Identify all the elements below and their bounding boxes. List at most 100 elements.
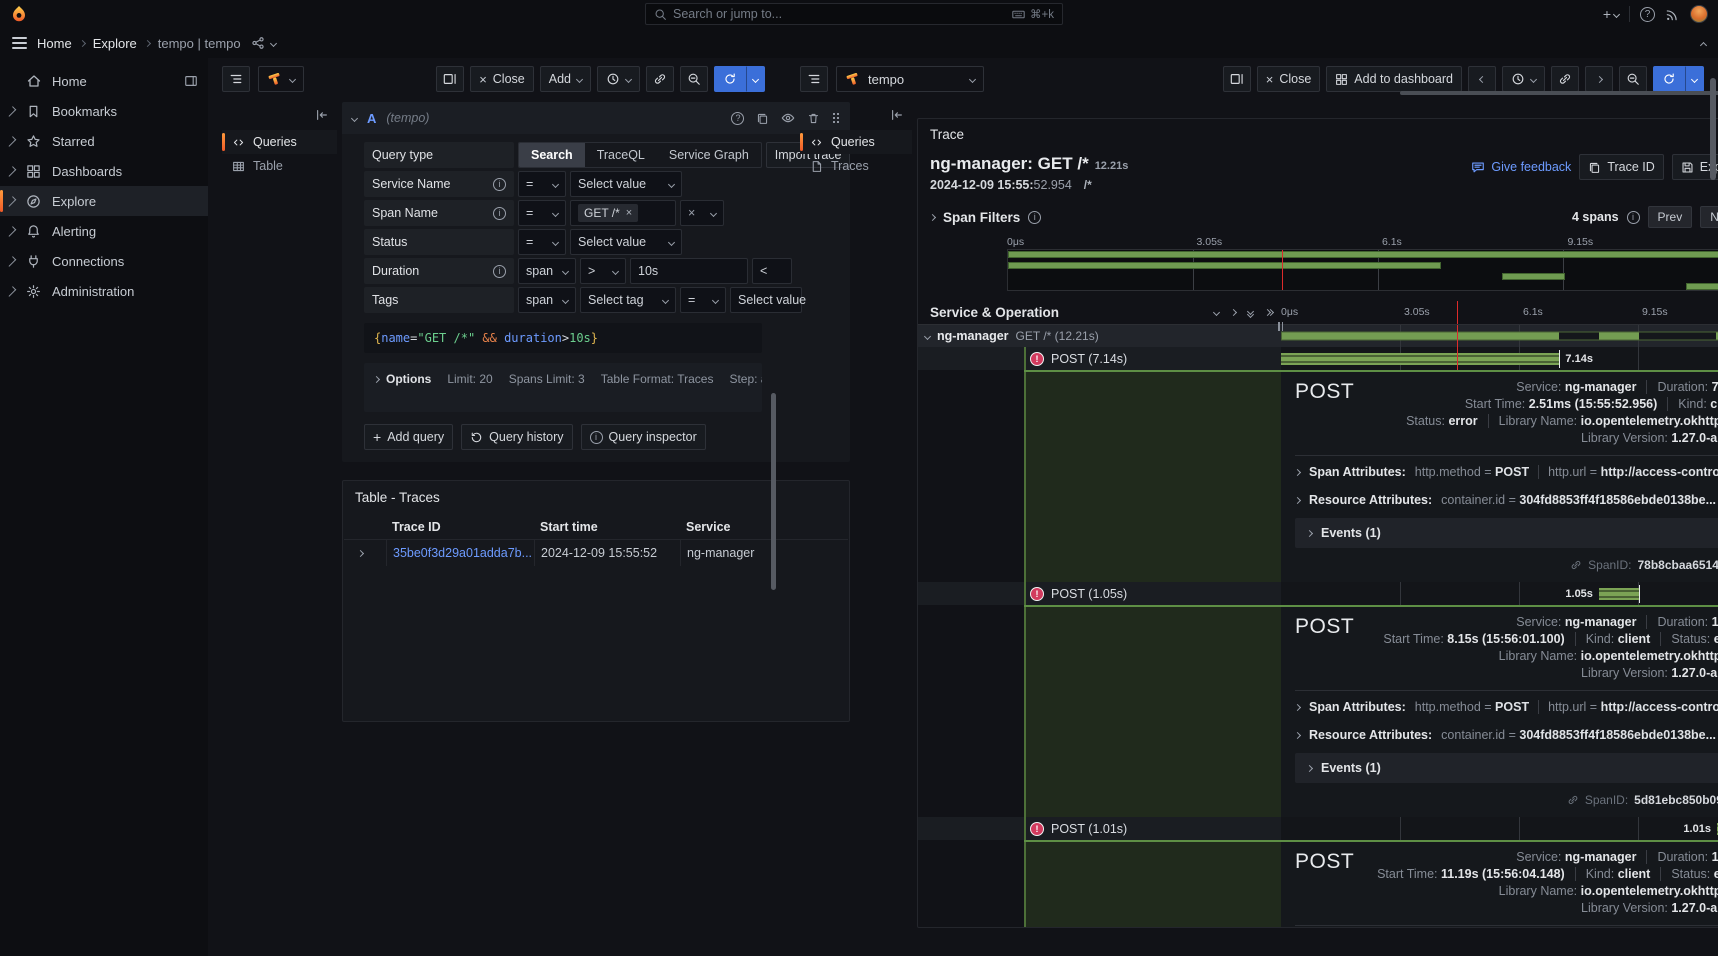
span-bar[interactable] (1281, 353, 1559, 365)
remove-chip-icon[interactable]: × (626, 207, 632, 219)
span-filters-label[interactable]: Span Filters (943, 210, 1020, 225)
span-row-root[interactable]: ng-manager GET /* (12.21s) (918, 325, 1718, 347)
tags-scope[interactable]: span (518, 287, 576, 313)
trace-id-button[interactable]: Trace ID (1579, 154, 1663, 180)
time-picker-button[interactable] (1502, 66, 1545, 92)
run-query-button[interactable] (714, 66, 746, 92)
breadcrumb-explore[interactable]: Explore (93, 36, 137, 51)
run-query-interval-dropdown[interactable] (1685, 66, 1704, 92)
dock-sidebar-icon[interactable] (184, 74, 198, 88)
expand-icon[interactable] (6, 106, 17, 117)
chevron-down-icon[interactable] (270, 39, 277, 46)
expand-icon[interactable] (6, 166, 17, 177)
service-operation-header[interactable]: Service & Operation (930, 305, 1059, 320)
help-button[interactable]: ? (1640, 7, 1655, 22)
span-bar[interactable] (1599, 588, 1639, 600)
resource-attributes-row[interactable]: Resource Attributes: container.id = 304f… (1295, 721, 1718, 749)
sidebar-item-explore[interactable]: Explore (0, 186, 208, 216)
span-attributes-row[interactable]: Span Attributes: http.method = POSThttp.… (1295, 458, 1718, 486)
duration-operator[interactable]: > (580, 258, 626, 284)
menu-toggle-button[interactable] (12, 37, 27, 49)
query-rows-outline-button[interactable] (800, 66, 828, 92)
row-expand-button[interactable] (344, 539, 386, 566)
query-history-button[interactable]: Query history (461, 424, 572, 450)
duplicate-icon[interactable] (756, 112, 769, 125)
span-row-post-1[interactable]: ! POST (7.14s) 7.14s (918, 347, 1718, 370)
span-row-post-2[interactable]: ! POST (1.05s) 1.05s (918, 582, 1718, 605)
collapse-one-icon[interactable] (1213, 309, 1220, 316)
tab-traceql[interactable]: TraceQL (585, 143, 657, 167)
news-icon[interactable] (1665, 7, 1680, 22)
close-pane-button[interactable]: ×Close (470, 66, 534, 92)
trace-id-link[interactable]: 35be0f3d29a01adda7b... (386, 539, 534, 566)
grafana-logo-icon[interactable] (10, 5, 28, 23)
share-link-button[interactable] (646, 66, 674, 92)
expand-icon[interactable] (6, 256, 17, 267)
datasource-picker[interactable]: tempo (836, 66, 984, 92)
collapse-children-icon[interactable] (924, 332, 931, 339)
run-query-button[interactable] (1653, 66, 1685, 92)
column-header-start-time[interactable]: Start time (534, 515, 680, 539)
sidebar-item-home[interactable]: Home (0, 66, 208, 96)
span-bar[interactable] (1281, 332, 1718, 341)
span-name-clear[interactable]: × (680, 200, 724, 226)
query-inspector-button[interactable]: i Query inspector (581, 424, 706, 450)
span-name-chip[interactable]: GET /*× (578, 204, 638, 222)
add-button[interactable]: Add (540, 66, 591, 92)
span-name-operator[interactable]: = (518, 200, 566, 226)
expand-icon[interactable] (6, 136, 17, 147)
sidebar-item-bookmarks[interactable]: Bookmarks (0, 96, 208, 126)
next-span-button[interactable]: Next (1700, 206, 1718, 228)
collapse-tabs-button[interactable] (800, 104, 912, 130)
expand-icon[interactable] (6, 196, 17, 207)
events-section[interactable]: Events (1) (1295, 753, 1718, 783)
tab-search[interactable]: Search (519, 143, 585, 167)
duration-value-input[interactable]: 10s (630, 258, 748, 284)
expand-span-filters-icon[interactable] (929, 213, 936, 220)
trace-horizontal-scrollbar[interactable] (1400, 91, 1718, 95)
right-pane-scrollbar[interactable] (1710, 78, 1716, 180)
user-avatar[interactable] (1690, 5, 1708, 23)
duration-scope[interactable]: span (518, 258, 576, 284)
close-pane-button[interactable]: ×Close (1257, 66, 1321, 92)
share-icon[interactable] (251, 36, 265, 50)
tab-traces[interactable]: Traces (800, 154, 912, 178)
split-pane-button[interactable] (1223, 66, 1251, 92)
give-feedback-link[interactable]: Give feedback (1471, 160, 1571, 174)
time-shift-back-button[interactable] (1468, 66, 1496, 92)
sidebar-item-administration[interactable]: Administration (0, 276, 208, 306)
share-link-button[interactable] (1551, 66, 1579, 92)
zoom-out-button[interactable] (1619, 66, 1647, 92)
datasource-picker[interactable] (258, 66, 304, 92)
global-search-input[interactable]: Search or jump to... ⌘+k (645, 3, 1063, 25)
tags-operator[interactable]: = (680, 287, 726, 313)
expand-one-icon[interactable] (1230, 309, 1237, 316)
zoom-out-button[interactable] (680, 66, 708, 92)
service-name-select[interactable]: Select value (570, 171, 682, 197)
status-select[interactable]: Select value (570, 229, 682, 255)
query-rows-outline-button[interactable] (222, 66, 250, 92)
sidebar-item-connections[interactable]: Connections (0, 246, 208, 276)
left-pane-scrollbar[interactable] (771, 393, 776, 590)
expand-all-icon[interactable] (1265, 310, 1273, 315)
tab-service-graph[interactable]: Service Graph (657, 143, 761, 167)
add-menu-button[interactable]: + (1603, 6, 1619, 22)
status-operator[interactable]: = (518, 229, 566, 255)
span-attributes-row[interactable]: Span Attributes: http.method = POSThttp.… (1295, 693, 1718, 721)
sidebar-item-starred[interactable]: Starred (0, 126, 208, 156)
sidebar-item-dashboards[interactable]: Dashboards (0, 156, 208, 186)
resource-attributes-row[interactable]: Resource Attributes: container.id = 304f… (1295, 486, 1718, 514)
trace-minimap[interactable]: 0μs3.05s6.1s9.15s12.21s (1007, 236, 1718, 291)
span-row-post-3[interactable]: ! POST (1.01s) 1.01s (918, 817, 1718, 840)
events-section[interactable]: Events (1) (1295, 518, 1718, 548)
span-name-select[interactable]: GET /*× (570, 200, 676, 226)
tags-select-tag[interactable]: Select tag (580, 287, 676, 313)
split-pane-button[interactable] (436, 66, 464, 92)
expand-icon[interactable] (6, 226, 17, 237)
sidebar-item-alerting[interactable]: Alerting (0, 216, 208, 246)
time-picker-button[interactable] (597, 66, 640, 92)
help-icon[interactable]: ? (731, 112, 744, 125)
collapse-query-icon[interactable] (351, 114, 358, 121)
tab-queries[interactable]: Queries (222, 130, 337, 154)
add-to-dashboard-button[interactable]: Add to dashboard (1326, 66, 1462, 92)
